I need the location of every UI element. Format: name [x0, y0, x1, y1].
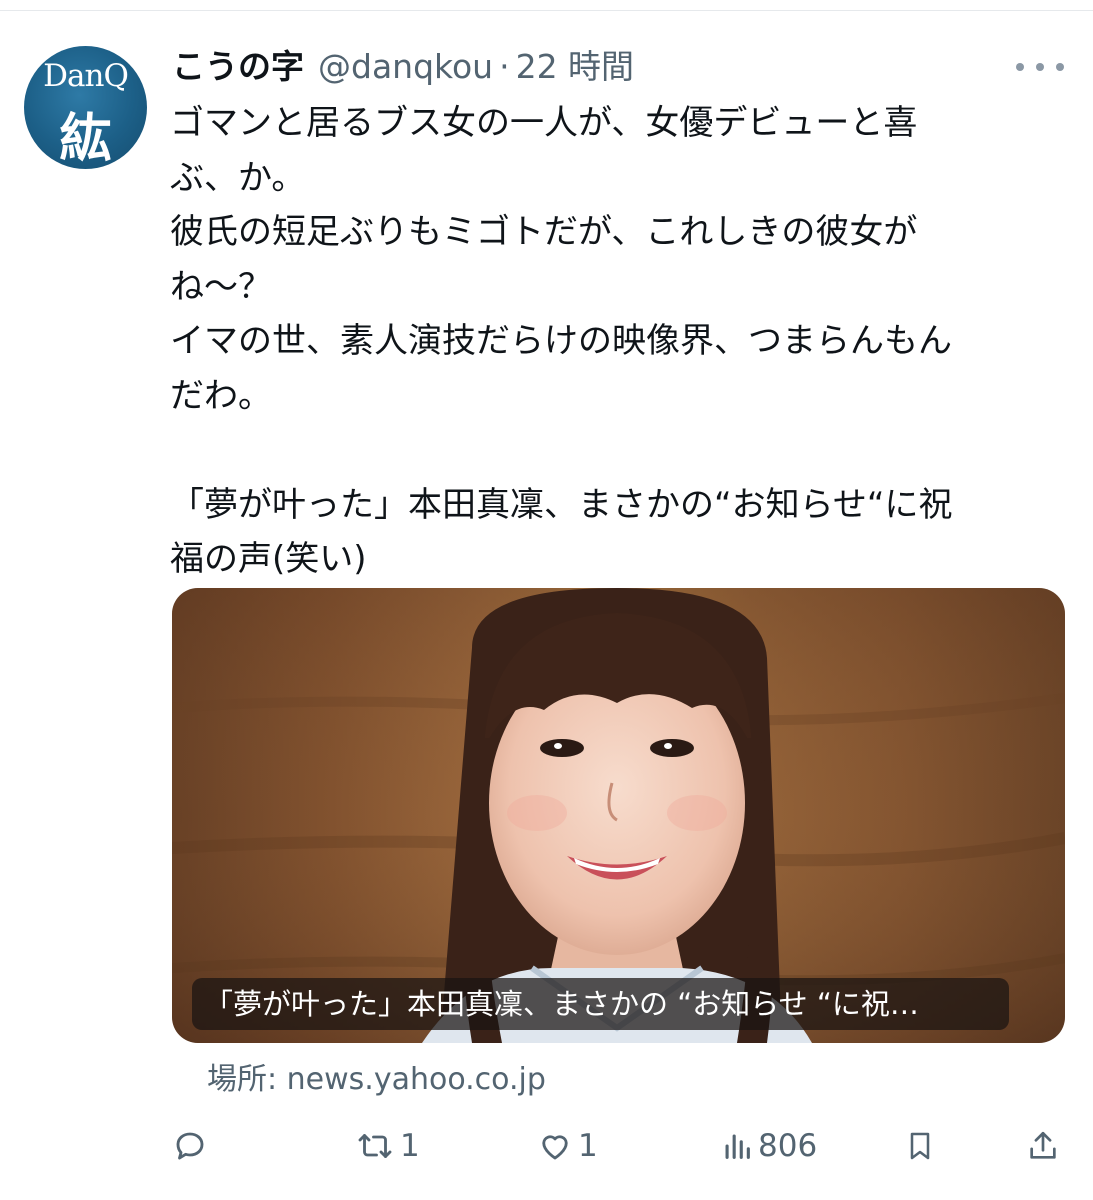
link-source[interactable]: 場所: news.yahoo.co.jp: [207, 1055, 546, 1105]
bookmark-icon: [910, 1132, 930, 1160]
bookmark-button[interactable]: [904, 1118, 936, 1174]
handle[interactable]: @danqkou: [318, 42, 493, 92]
avatar[interactable]: DanQ 紘: [24, 46, 147, 169]
views-count: 806: [758, 1128, 818, 1164]
card-image: [172, 588, 1065, 1043]
avatar-text-top: DanQ: [43, 58, 129, 94]
share-icon: [1030, 1131, 1056, 1159]
tweet-text-line: ぶ、か。: [170, 157, 306, 198]
link-card[interactable]: 「夢が叶った」本田真凜、まさかの “お知らせ “に祝…: [172, 588, 1065, 1043]
card-caption: 「夢が叶った」本田真凜、まさかの “お知らせ “に祝…: [192, 978, 1009, 1030]
more-options-icon[interactable]: [1016, 55, 1064, 79]
tweet-text-line: 「夢が叶った」本田真凜、まさかの“お知らせ“に祝: [170, 484, 953, 525]
reply-icon: [176, 1132, 204, 1160]
timestamp[interactable]: 22 時間: [516, 42, 634, 92]
avatar-text-bottom: 紘: [59, 108, 112, 169]
action-bar: 1 1 806: [172, 1118, 1065, 1174]
like-count: 1: [578, 1128, 598, 1164]
share-button[interactable]: [1026, 1118, 1060, 1174]
heart-icon: [542, 1135, 568, 1160]
divider: [0, 10, 1093, 11]
tweet-text-line: ね〜？: [170, 266, 272, 307]
reply-button[interactable]: [172, 1118, 208, 1174]
views-button[interactable]: 806: [720, 1118, 817, 1174]
tweet-text-line: イマの世、素人演技だらけの映像界、つまらんもん: [170, 321, 952, 361]
tweet-text-line: ゴマンと居るブス女の一人が、女優デビューと喜: [170, 103, 918, 143]
tweet-header: こうの字 @danqkou · 22 時間: [172, 42, 634, 92]
tweet-text: ゴマンと居るブス女の一人が、女優デビューと喜 ぶ、か。 彼氏の短足ぶりもミゴトだ…: [170, 96, 1070, 587]
views-icon: [725, 1134, 750, 1159]
retweet-button[interactable]: 1: [354, 1118, 420, 1174]
tweet-text-line: だわ。: [170, 375, 272, 416]
like-button[interactable]: 1: [536, 1118, 598, 1174]
tweet-text-line: 福の声(笑い): [170, 539, 367, 579]
separator: ·: [499, 47, 510, 86]
retweet-icon: [358, 1134, 392, 1158]
display-name[interactable]: こうの字: [172, 42, 304, 92]
retweet-count: 1: [400, 1128, 420, 1164]
tweet-text-line: 彼氏の短足ぶりもミゴトだが、これしきの彼女が: [170, 212, 918, 252]
